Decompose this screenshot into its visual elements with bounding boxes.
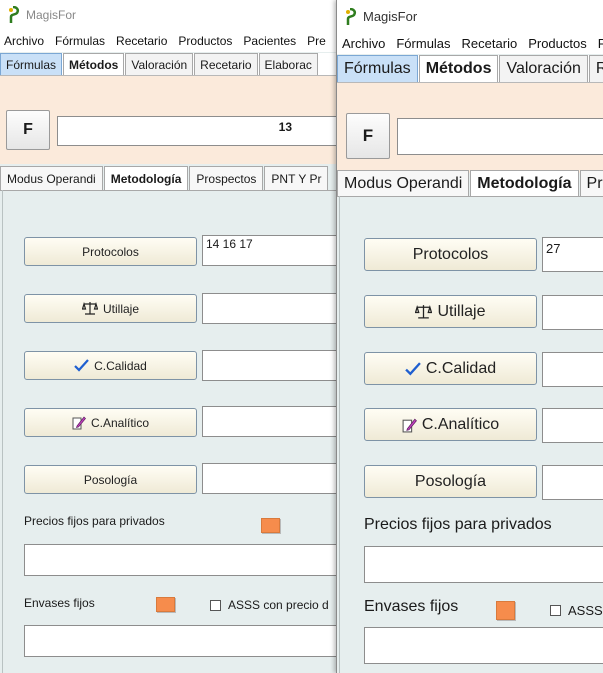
calidad-field[interactable] (202, 350, 338, 381)
menu-pacientes[interactable]: Pa (593, 36, 603, 51)
tab-formulas[interactable]: Fórmulas (0, 53, 63, 75)
protocolos-field[interactable]: 14 16 17 (202, 235, 338, 266)
posologia-field[interactable] (542, 465, 603, 500)
envases-color-marker[interactable] (496, 601, 515, 620)
analitico-button[interactable]: C.Analítico (364, 408, 537, 441)
menu-productos[interactable]: Productos (174, 34, 239, 48)
menu-archivo[interactable]: Archivo (337, 36, 391, 51)
utillaje-label: Utillaje (102, 301, 139, 316)
utillaje-field[interactable] (542, 295, 603, 330)
protocolos-label: Protocolos (412, 245, 489, 263)
envases-fijos-field[interactable] (364, 627, 603, 664)
calidad-field[interactable] (542, 352, 603, 387)
utillaje-label: Utillaje (437, 302, 486, 320)
analitico-button[interactable]: C.Analítico (24, 408, 197, 437)
formula-code-field[interactable]: 13 (57, 116, 338, 146)
precios-fijos-label: Precios fijos para privados (24, 514, 165, 528)
analitico-label: C.Analítico (90, 415, 150, 430)
protocolos-label: Protocolos (82, 244, 139, 259)
scale-icon (81, 301, 98, 316)
formula-code-value: 13 (278, 120, 292, 134)
menu-recetario[interactable]: Recetario (112, 34, 174, 48)
formula-f-button[interactable]: F (346, 113, 390, 159)
window-title: MagisFor (26, 8, 77, 22)
magisfor-logo-icon (343, 7, 357, 26)
magisfor-logo-icon (6, 6, 20, 24)
pencil-icon (72, 415, 86, 430)
sub-tabs: Modus Operandi Metodología Pr (337, 170, 603, 196)
back-window: MagisFor Archivo Fórmulas Recetario Prod… (0, 0, 338, 673)
precios-fijos-field[interactable] (364, 546, 603, 583)
main-tabs: Fórmulas Métodos Valoración Recetario El… (0, 53, 338, 76)
calidad-button[interactable]: C.Calidad (24, 351, 197, 380)
subtab-prospectos[interactable]: Pr (579, 170, 603, 196)
analitico-field[interactable] (542, 408, 603, 443)
posologia-label: Posología (83, 472, 138, 487)
checkmark-icon (405, 361, 421, 376)
calidad-label: C.Calidad (94, 358, 147, 373)
pencil-icon (402, 417, 417, 433)
asss-label: ASSS (568, 603, 603, 618)
front-window: MagisFor Archivo Fórmulas Recetario Prod… (336, 0, 603, 673)
menu-bar: Archivo Fórmulas Recetario Productos Pac… (0, 30, 338, 52)
formula-code-field[interactable] (397, 118, 603, 155)
protocolos-value: 27 (546, 241, 561, 256)
subtab-modus-operandi[interactable]: Modus Operandi (0, 166, 103, 190)
subtab-modus-operandi[interactable]: Modus Operandi (337, 170, 470, 196)
main-tabs: Fórmulas Métodos Valoración R (337, 55, 603, 83)
utillaje-button[interactable]: Utillaje (364, 295, 537, 328)
analitico-label: C.Analítico (421, 415, 500, 433)
protocolos-button[interactable]: Protocolos (364, 238, 537, 271)
menu-formulas[interactable]: Fórmulas (51, 34, 112, 48)
protocolos-field[interactable]: 27 (542, 237, 603, 272)
scale-icon (415, 304, 433, 320)
asss-label: ASSS con precio d (228, 598, 329, 612)
menu-pre[interactable]: Pre (303, 34, 333, 48)
menu-pacientes[interactable]: Pacientes (239, 34, 303, 48)
tab-formulas[interactable]: Fórmulas (337, 55, 418, 82)
title-bar: MagisFor (0, 0, 338, 30)
precios-fijos-field[interactable] (24, 544, 338, 576)
posologia-label: Posología (414, 472, 487, 490)
tab-elaboracion[interactable]: Elaborac (258, 53, 318, 75)
analitico-field[interactable] (202, 406, 338, 437)
formula-f-button[interactable]: F (6, 110, 50, 150)
envases-color-marker[interactable] (156, 597, 175, 612)
menu-productos[interactable]: Productos (523, 36, 593, 51)
asss-checkbox[interactable] (210, 600, 221, 611)
tab-metodos[interactable]: Métodos (418, 55, 499, 82)
tab-metodos[interactable]: Métodos (63, 53, 125, 75)
calidad-button[interactable]: C.Calidad (364, 352, 537, 385)
calidad-label: C.Calidad (425, 359, 497, 377)
posologia-field[interactable] (202, 463, 338, 494)
precios-fijos-label: Precios fijos para privados (364, 516, 552, 533)
subtab-metodologia[interactable]: Metodología (103, 166, 189, 190)
subtab-pnt[interactable]: PNT Y Pr (264, 166, 329, 190)
subtab-metodologia[interactable]: Metodología (470, 170, 579, 196)
tab-valoracion[interactable]: Valoración (125, 53, 194, 75)
tab-recetario[interactable]: R (588, 55, 603, 82)
menu-formulas[interactable]: Fórmulas (391, 36, 456, 51)
tab-valoracion[interactable]: Valoración (499, 55, 588, 82)
envases-fijos-label: Envases fijos (24, 596, 95, 610)
utillaje-field[interactable] (202, 293, 338, 324)
window-title: MagisFor (363, 9, 418, 24)
envases-fijos-field[interactable] (24, 625, 338, 657)
posologia-button[interactable]: Posología (24, 465, 197, 494)
menu-bar: Archivo Fórmulas Recetario Productos Pa (337, 33, 603, 54)
menu-recetario[interactable]: Recetario (457, 36, 524, 51)
sub-tabs: Modus Operandi Metodología Prospectos PN… (0, 166, 338, 190)
envases-fijos-label: Envases fijos (364, 598, 459, 615)
subtab-prospectos[interactable]: Prospectos (189, 166, 264, 190)
checkmark-icon (74, 359, 89, 372)
protocolos-button[interactable]: Protocolos (24, 237, 197, 266)
title-bar: MagisFor (337, 0, 603, 33)
asss-checkbox[interactable] (550, 605, 561, 616)
tab-recetario[interactable]: Recetario (194, 53, 258, 75)
posologia-button[interactable]: Posología (364, 465, 537, 498)
menu-archivo[interactable]: Archivo (0, 34, 51, 48)
precios-color-marker[interactable] (261, 518, 280, 533)
protocolos-value: 14 16 17 (206, 237, 253, 251)
utillaje-button[interactable]: Utillaje (24, 294, 197, 323)
